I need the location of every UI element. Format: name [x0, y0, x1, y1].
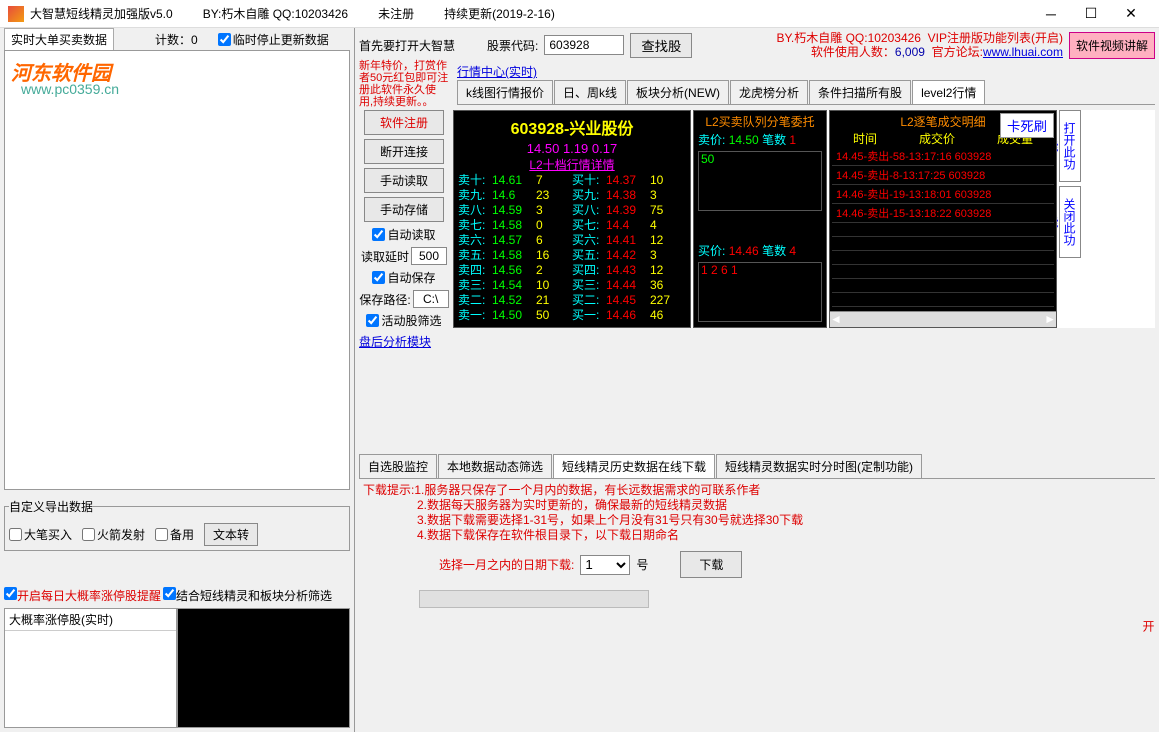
chk-autoread[interactable]: 自动读取 — [372, 226, 435, 243]
dl-day-select[interactable]: 1 — [580, 555, 630, 575]
info-author: BY.朽木自雕 QQ:10203426 — [776, 31, 921, 45]
download-hints: 下载提示:1.服务器只保存了一个月内的数据，有长远数据需求的可联系作者2.数据每… — [363, 483, 1155, 543]
stock-title: 603928-兴业股份 — [458, 115, 686, 139]
dl-unit: 号 — [636, 556, 648, 573]
chk-daily-reminder[interactable]: 开启每日大概率涨停股提醒 — [4, 587, 161, 604]
titlebar: 大智慧短线精灵加强版v5.0 BY:朽木自雕 QQ:10203426 未注册 持… — [0, 0, 1159, 28]
btn-disconnect[interactable]: 断开连接 — [364, 139, 444, 164]
l2-queue-panel: L2买卖队列分笔委托 卖价: 14.50 笔数 1 50 买价: 14.46 笔… — [693, 110, 827, 328]
depth-row: 卖六:14.576买六:14.4112 — [458, 233, 686, 248]
buy-queue-box: 1 2 6 1 — [698, 262, 822, 322]
chk-bigbuy[interactable]: 大笔买入 — [9, 526, 72, 543]
tab-realtime-data[interactable]: 实时大单买卖数据 — [4, 28, 114, 51]
download-progress — [419, 590, 649, 608]
stock-code-label: 股票代码: — [487, 37, 538, 54]
chk-backup[interactable]: 备用 — [155, 526, 194, 543]
depth-row: 卖九:14.623买九:14.383 — [458, 188, 686, 203]
trade-row: 14.46-卖出-19-13:18:01 603928 — [832, 185, 1054, 204]
control-column: 软件注册 断开连接 手动读取 手动存储 自动读取 读取延时 自动保存 保存路径:… — [359, 110, 449, 329]
delay-input[interactable] — [411, 247, 447, 265]
depth-row: 卖二:14.5221买二:14.45227 — [458, 293, 686, 308]
right-panel: 首先要打开大智慧 股票代码: 查找股 BY.朽木自雕 QQ:10203426 V… — [355, 28, 1159, 732]
forum-link[interactable]: www.lhuai.com — [983, 45, 1063, 59]
depth-panel: 603928-兴业股份 14.50 1.19 0.17 L2十档行情详情 卖十:… — [453, 110, 691, 328]
tabs-quote: k线图行情报价日、周k线板块分析(NEW)龙虎榜分析条件扫描所有股level2行… — [457, 80, 1155, 105]
trade-row: 14.45-卖出-8-13:17:25 603928 — [832, 166, 1054, 185]
close-button[interactable]: ✕ — [1111, 0, 1151, 28]
btn-export-text[interactable]: 文本转 — [204, 523, 258, 546]
quote-tab-4[interactable]: 条件扫描所有股 — [809, 80, 911, 104]
probable-limit-header: 大概率涨停股(实时) — [5, 609, 176, 631]
dl-tab-2[interactable]: 短线精灵历史数据在线下载 — [553, 454, 715, 478]
user-count: 6,009 — [895, 45, 925, 59]
dl-tab-1[interactable]: 本地数据动态筛选 — [438, 454, 552, 478]
depth-row: 卖四:14.562买四:14.4312 — [458, 263, 686, 278]
trade-row: 14.45-卖出-58-13:17:16 603928 — [832, 147, 1054, 166]
left-panel: 实时大单买卖数据 计数：0 临时停止更新数据 河东软件园 www.pc0359.… — [0, 28, 355, 732]
dl-label: 选择一月之内的日期下载: — [439, 556, 574, 573]
quote-tab-2[interactable]: 板块分析(NEW) — [627, 80, 729, 104]
btn-refresh[interactable]: 卡死刷 — [1000, 113, 1054, 138]
btn-manual-read[interactable]: 手动读取 — [364, 168, 444, 193]
chk-combine-filter[interactable]: 结合短线精灵和板块分析筛选 — [163, 587, 332, 604]
far-right-label: 开 — [1140, 620, 1157, 632]
depth-row: 卖七:14.580买七:14.44 — [458, 218, 686, 233]
btn-open-feature[interactable]: 打开此功能 — [1059, 110, 1081, 182]
l2-queue-header: L2买卖队列分笔委托 — [696, 113, 824, 130]
quote-tab-0[interactable]: k线图行情报价 — [457, 80, 553, 104]
path-input[interactable] — [413, 290, 449, 308]
user-count-label: 软件使用人数： — [811, 45, 895, 59]
btn-register[interactable]: 软件注册 — [364, 110, 444, 135]
export-legend: 自定义导出数据 — [9, 498, 93, 515]
quote-tab-5[interactable]: level2行情 — [912, 80, 985, 104]
forum-label: 官方论坛: — [932, 45, 983, 59]
btn-close-feature[interactable]: 关闭此功能 — [1059, 186, 1081, 258]
depth-row: 卖十:14.617买十:14.3710 — [458, 173, 686, 188]
depth-row: 卖一:14.5050买一:14.4646 — [458, 308, 686, 323]
delay-label: 读取延时 — [361, 248, 409, 265]
window-title: 大智慧短线精灵加强版v5.0 — [30, 5, 173, 22]
trade-scrollbar[interactable]: ◄► — [830, 311, 1056, 327]
btn-find-stock[interactable]: 查找股 — [630, 33, 692, 58]
btn-download[interactable]: 下载 — [680, 551, 742, 578]
depth-row: 卖八:14.593买八:14.3975 — [458, 203, 686, 218]
promo-text: 新年特价，打赏作者50元红包即可注册此软件永久使用,持续更新。。 — [359, 60, 449, 108]
l2-trade-panel: L2逐笔成交明细 卡死刷 时间成交价成交量 14.45-卖出-58-13:17:… — [829, 110, 1057, 328]
reg-status: 未注册 — [378, 5, 414, 22]
app-icon — [8, 6, 24, 22]
black-panel-bottom — [177, 608, 350, 728]
dl-tab-3[interactable]: 短线精灵数据实时分时图(定制功能) — [716, 454, 922, 478]
export-group: 自定义导出数据 大笔买入 火箭发射 备用 文本转 — [4, 498, 350, 551]
quote-tab-1[interactable]: 日、周k线 — [554, 80, 626, 104]
minimize-button[interactable]: ─ — [1031, 0, 1071, 28]
count-label: 计数：0 — [155, 31, 198, 48]
depth-row: 卖三:14.5410买三:14.4436 — [458, 278, 686, 293]
depth-subtitle: L2十档行情详情 — [458, 156, 686, 173]
quote-tab-3[interactable]: 龙虎榜分析 — [730, 80, 808, 104]
realtime-list[interactable]: 河东软件园 www.pc0359.cn — [4, 50, 350, 490]
dl-tab-0[interactable]: 自选股监控 — [359, 454, 437, 478]
after-analysis-link[interactable]: 盘后分析模块 — [359, 333, 1155, 350]
chk-active-filter[interactable]: 活动股筛选 — [366, 312, 441, 329]
chk-rocket[interactable]: 火箭发射 — [82, 526, 145, 543]
sell-queue-box: 50 — [698, 151, 822, 211]
quote-center-link[interactable]: 行情中心(实时) — [457, 65, 537, 79]
open-hint: 首先要打开大智慧 — [359, 37, 455, 54]
btn-manual-save[interactable]: 手动存储 — [364, 197, 444, 222]
trade-row: 14.46-卖出-15-13:18:22 603928 — [832, 204, 1054, 223]
btn-video-guide[interactable]: 软件视频讲解 — [1069, 32, 1155, 59]
author-info: BY:朽木自雕 QQ:10203426 — [203, 5, 348, 22]
chk-pause-update[interactable]: 临时停止更新数据 — [218, 31, 329, 48]
chk-autosave[interactable]: 自动保存 — [372, 269, 435, 286]
update-info: 持续更新(2019-2-16) — [444, 5, 555, 22]
maximize-button[interactable]: ☐ — [1071, 0, 1111, 28]
watermark-url: www.pc0359.cn — [21, 81, 119, 97]
depth-row: 卖五:14.5816买五:14.423 — [458, 248, 686, 263]
tabs-download: 自选股监控本地数据动态筛选短线精灵历史数据在线下载短线精灵数据实时分时图(定制功… — [359, 454, 1155, 479]
path-label: 保存路径: — [359, 291, 410, 308]
probable-limit-list[interactable]: 大概率涨停股(实时) — [4, 608, 177, 728]
info-vip: VIP注册版功能列表(开启) — [928, 31, 1063, 45]
stock-code-input[interactable] — [544, 35, 624, 55]
price-line: 14.50 1.19 0.17 — [458, 141, 686, 156]
